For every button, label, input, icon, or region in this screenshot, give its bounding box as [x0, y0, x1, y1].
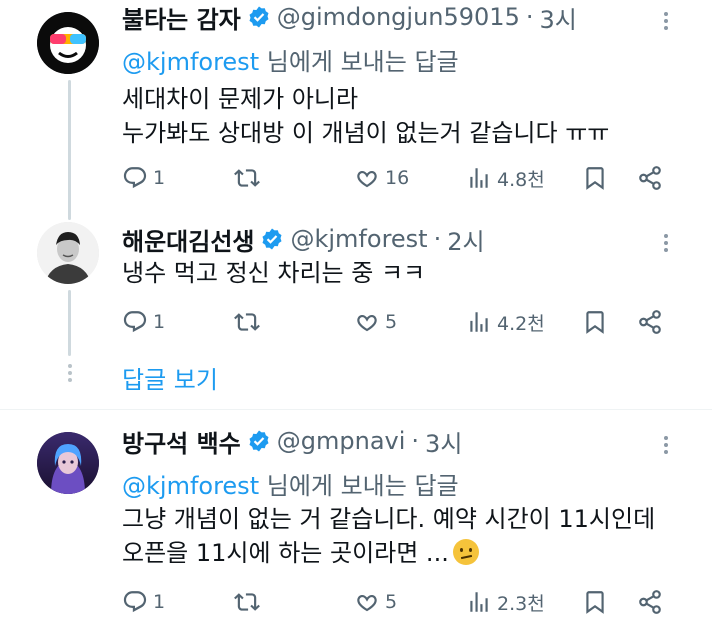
reply-icon: [123, 311, 147, 333]
action-bar: 1 5 2.3천: [122, 586, 668, 618]
repost-button[interactable]: [234, 162, 265, 194]
views-count: 2.3천: [497, 592, 545, 615]
views-button[interactable]: 4.2천: [466, 306, 545, 338]
bookmark-button[interactable]: [582, 586, 608, 618]
divider: [0, 409, 712, 410]
share-button[interactable]: [637, 306, 663, 338]
views-count: 4.2천: [497, 312, 545, 335]
bookmark-icon: [586, 167, 604, 190]
avatar[interactable]: [37, 432, 99, 494]
like-count: 5: [385, 591, 398, 613]
reply-text: 세대차이 문제가 아니라 누가봐도 상대방 이 개념이 없는거 같습니다 ㅠㅠ: [122, 82, 609, 150]
replying-suffix: 님에게 보내는 답글: [259, 472, 459, 500]
reply-text-line: 냉수 먹고 정신 차리는 중 ㅋㅋ: [122, 259, 426, 287]
reply-text-line: 그냥 개념이 없는 거 같습니다. 예약 시간이 11시인데: [122, 505, 656, 533]
repost-icon: [234, 593, 260, 611]
like-count: 5: [385, 311, 398, 333]
action-bar: 1 16 4.8천: [122, 162, 668, 194]
views-icon: [470, 592, 488, 612]
mention-link[interactable]: @kjmforest: [122, 48, 259, 76]
reply-text-line: 오픈을 11시에 하는 곳이라면 ...: [122, 539, 449, 567]
views-count: 4.8천: [497, 168, 545, 191]
user-handle[interactable]: @gimdongjun59015: [277, 3, 520, 31]
replying-to: @kjmforest 님에게 보내는 답글: [122, 466, 459, 501]
more-replies-dots: [68, 364, 72, 385]
heart-icon: [357, 594, 377, 612]
bookmark-icon: [586, 591, 604, 614]
reply-count: 1: [153, 167, 166, 189]
share-button[interactable]: [637, 586, 663, 618]
separator-dot: ·: [433, 225, 442, 253]
more-icon[interactable]: [664, 12, 670, 33]
share-button[interactable]: [637, 162, 663, 194]
user-handle[interactable]: @gmpnavi: [277, 427, 406, 455]
heart-icon: [357, 170, 377, 188]
reply-icon: [123, 167, 147, 189]
repost-icon: [234, 313, 260, 331]
reply-text-line: 세대차이 문제가 아니라: [122, 85, 359, 113]
separator-dot: ·: [525, 3, 534, 31]
action-bar: 1 5 4.2천: [122, 306, 668, 338]
display-name[interactable]: 불타는 감자: [122, 0, 241, 35]
verified-badge-icon: [247, 429, 271, 453]
share-icon: [639, 310, 661, 334]
bookmark-button[interactable]: [582, 162, 608, 194]
timestamp[interactable]: 3시: [425, 424, 462, 459]
thread-line: [68, 80, 71, 220]
reply-count: 1: [153, 311, 166, 333]
repost-button[interactable]: [234, 586, 265, 618]
repost-button[interactable]: [234, 306, 265, 338]
views-button[interactable]: 4.8천: [466, 162, 545, 194]
avatar[interactable]: [37, 12, 99, 74]
reply-header: 방구석 백수 @gmpnavi · 3시: [122, 424, 462, 458]
reply-text: 냉수 먹고 정신 차리는 중 ㅋㅋ: [122, 256, 425, 290]
reply-text-line: 누가봐도 상대방 이 개념이 없는거 같습니다 ㅠㅠ: [122, 119, 610, 147]
timestamp[interactable]: 2시: [447, 222, 484, 257]
like-button[interactable]: 5: [354, 586, 397, 618]
more-icon[interactable]: [664, 234, 670, 255]
reply-button[interactable]: 1: [122, 162, 165, 194]
like-button[interactable]: 16: [354, 162, 409, 194]
replying-to: @kjmforest 님에게 보내는 답글: [122, 42, 459, 77]
reply-header: 불타는 감자 @gimdongjun59015 · 3시: [122, 0, 577, 34]
reply-header: 해운대김선생 @kjmforest · 2시: [122, 222, 485, 256]
reply-text: 그냥 개념이 없는 거 같습니다. 예약 시간이 11시인데 오픈을 11시에 …: [122, 502, 655, 570]
reply-icon: [123, 591, 147, 613]
timestamp[interactable]: 3시: [540, 0, 577, 35]
like-button[interactable]: 5: [354, 306, 397, 338]
thread-line: [68, 290, 71, 356]
separator-dot: ·: [411, 427, 420, 455]
bookmark-button[interactable]: [582, 306, 608, 338]
replying-suffix: 님에게 보내는 답글: [259, 48, 459, 76]
share-icon: [639, 590, 661, 614]
bookmark-icon: [586, 311, 604, 334]
show-replies-link[interactable]: 답글 보기: [122, 360, 218, 395]
reply-count: 1: [153, 591, 166, 613]
display-name[interactable]: 방구석 백수: [122, 424, 241, 459]
confused-face-emoji: [452, 539, 479, 565]
verified-badge-icon: [247, 5, 271, 29]
verified-badge-icon: [260, 227, 284, 251]
repost-icon: [234, 169, 260, 187]
share-icon: [639, 166, 661, 190]
views-icon: [470, 168, 488, 188]
like-count: 16: [385, 167, 410, 189]
views-button[interactable]: 2.3천: [466, 586, 545, 618]
heart-icon: [357, 314, 377, 332]
more-icon[interactable]: [664, 436, 670, 457]
reply-button[interactable]: 1: [122, 586, 165, 618]
display-name[interactable]: 해운대김선생: [122, 222, 254, 257]
reply-button[interactable]: 1: [122, 306, 165, 338]
views-icon: [470, 312, 488, 332]
mention-link[interactable]: @kjmforest: [122, 472, 259, 500]
avatar[interactable]: [37, 222, 99, 284]
user-handle[interactable]: @kjmforest: [290, 225, 427, 253]
